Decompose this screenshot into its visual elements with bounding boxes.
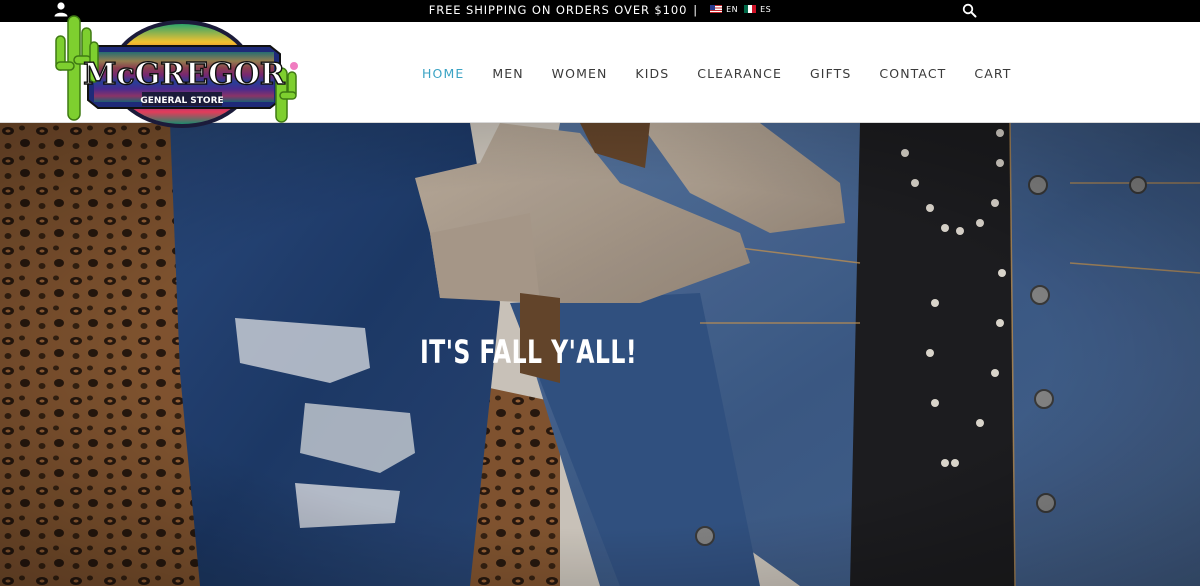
mx-flag-icon [744,5,757,13]
nav-home[interactable]: HOME [408,66,478,81]
logo-brand-text: McGREGOR [83,57,286,92]
shipping-promo-text: FREE SHIPPING ON ORDERS OVER $100 [428,3,688,17]
language-es[interactable]: ES [744,5,771,14]
nav-men[interactable]: MEN [478,66,537,81]
language-es-label: ES [760,4,772,14]
nav-gifts[interactable]: GIFTS [796,66,865,81]
logo-subtitle: GENERAL STORE [140,96,223,106]
us-flag-icon [710,5,723,13]
language-en[interactable]: EN [710,5,738,14]
hero-banner[interactable]: IT'S FALL Y'ALL! [0,123,1200,586]
hero-title: IT'S FALL Y'ALL! [420,333,638,371]
language-en-label: EN [726,4,739,14]
main-nav: HOME MEN WOMEN KIDS CLEARANCE GIFTS CONT… [408,66,1026,81]
nav-contact[interactable]: CONTACT [865,66,960,81]
nav-cart[interactable]: CART [960,66,1025,81]
nav-kids[interactable]: KIDS [621,66,683,81]
separator: | [693,3,699,17]
store-logo[interactable]: McGREGOR GENERAL STORE [54,10,306,130]
search-icon[interactable] [962,3,977,18]
nav-women[interactable]: WOMEN [538,66,622,81]
nav-clearance[interactable]: CLEARANCE [683,66,796,81]
